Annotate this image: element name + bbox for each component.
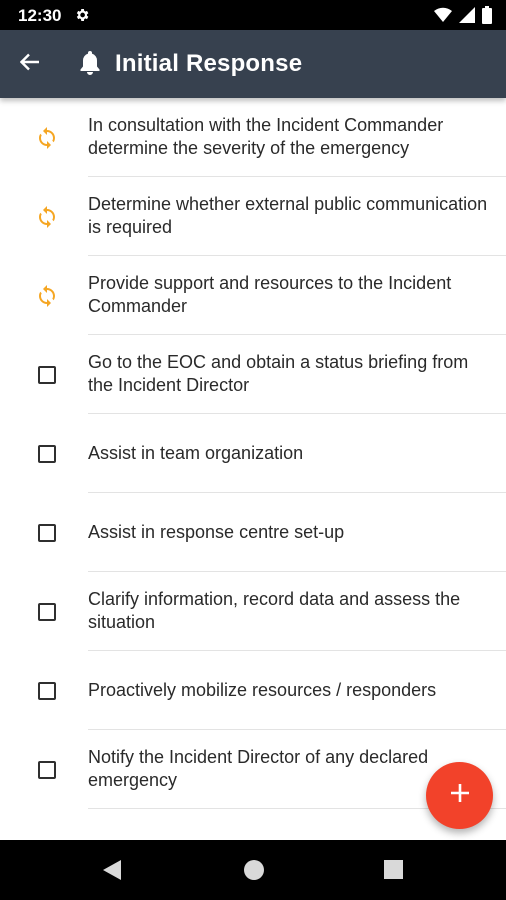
task-text: In consultation with the Incident Comman… xyxy=(88,115,444,158)
checkbox-outline-icon xyxy=(38,603,56,621)
checkbox[interactable] xyxy=(34,520,60,546)
task-text: Assist in response centre set-up xyxy=(88,521,345,542)
task-text: Assist in team organization xyxy=(88,442,304,463)
wifi-icon xyxy=(434,7,452,28)
task-row[interactable]: Go to the EOC and obtain a status briefi… xyxy=(0,335,506,414)
status-time: 12:30 xyxy=(18,6,62,25)
nav-recents-icon[interactable] xyxy=(384,860,403,879)
task-text: Clarify information, record data and ass… xyxy=(88,589,461,632)
task-text: Proactively mobilize resources / respond… xyxy=(88,679,437,700)
gear-icon xyxy=(74,7,90,28)
navigation-bar xyxy=(0,840,506,900)
page-title: Initial Response xyxy=(115,50,303,77)
status-bar: 12:30 xyxy=(0,0,506,30)
signal-icon xyxy=(459,7,475,28)
nav-home-icon[interactable] xyxy=(244,860,264,880)
task-row[interactable]: Proactively mobilize resources / respond… xyxy=(0,651,506,730)
sync-icon xyxy=(34,204,60,230)
app-bar: Initial Response xyxy=(0,30,506,98)
bell-icon xyxy=(78,50,102,81)
add-task-button[interactable] xyxy=(426,762,493,829)
task-row[interactable]: Clarify information, record data and ass… xyxy=(0,572,506,651)
checkbox-outline-icon xyxy=(38,761,56,779)
sync-icon xyxy=(34,283,60,309)
task-text: Go to the EOC and obtain a status briefi… xyxy=(88,352,469,395)
checkbox[interactable] xyxy=(34,678,60,704)
task-row[interactable]: Assist in response centre set-up xyxy=(0,493,506,572)
checkbox[interactable] xyxy=(34,599,60,625)
back-button[interactable] xyxy=(14,50,46,78)
checkbox[interactable] xyxy=(34,362,60,388)
arrow-back-icon xyxy=(19,53,40,76)
task-text: Determine whether external public commun… xyxy=(88,194,488,237)
nav-back-icon[interactable] xyxy=(102,859,122,886)
checkbox-outline-icon xyxy=(38,682,56,700)
battery-icon xyxy=(482,6,492,29)
task-list: In consultation with the Incident Comman… xyxy=(0,98,506,840)
task-text: Provide support and resources to the Inc… xyxy=(88,273,452,316)
checkbox[interactable] xyxy=(34,757,60,783)
checkbox-outline-icon xyxy=(38,445,56,463)
sync-icon xyxy=(34,125,60,151)
checkbox-outline-icon xyxy=(38,524,56,542)
checkbox[interactable] xyxy=(34,441,60,467)
task-row[interactable]: Provide support and resources to the Inc… xyxy=(0,256,506,335)
task-row[interactable]: Determine whether external public commun… xyxy=(0,177,506,256)
task-row[interactable]: In consultation with the Incident Comman… xyxy=(0,98,506,177)
checkbox-outline-icon xyxy=(38,366,56,384)
plus-icon xyxy=(450,783,470,808)
task-row[interactable]: Assist in team organization xyxy=(0,414,506,493)
